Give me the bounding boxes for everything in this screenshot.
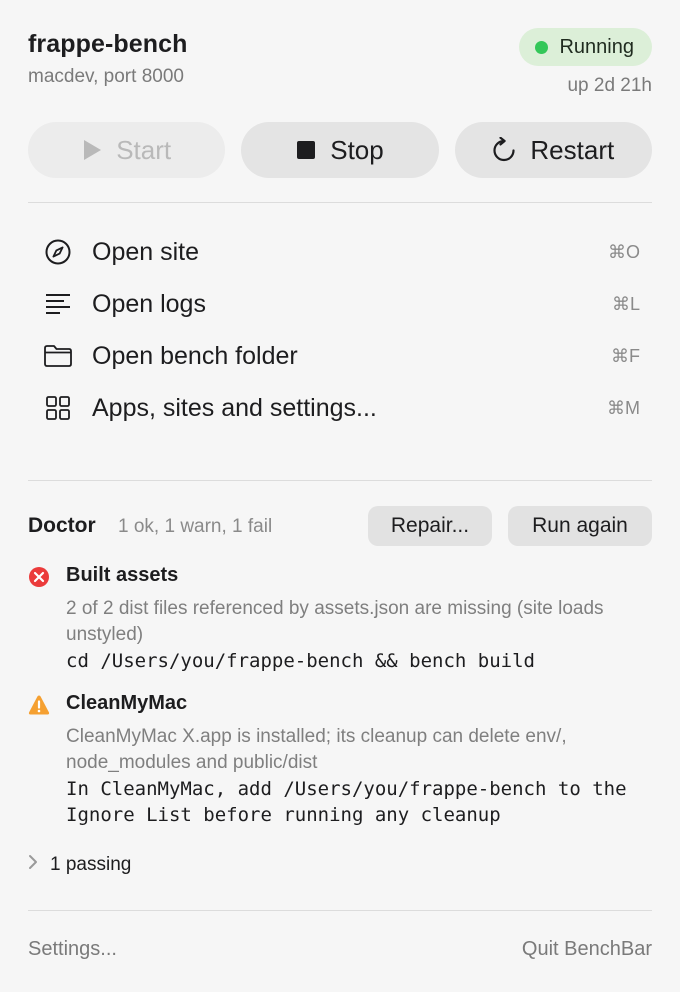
restart-button[interactable]: Restart bbox=[454, 122, 652, 178]
bench-subtitle: macdev, port 8000 bbox=[28, 66, 184, 87]
menu-item-label: Open bench folder bbox=[92, 341, 298, 370]
warning-icon bbox=[28, 694, 50, 716]
divider-bottom bbox=[28, 910, 652, 911]
divider-top bbox=[28, 202, 652, 203]
start-label: Start bbox=[116, 134, 172, 165]
quit-link[interactable]: Quit BenchBar bbox=[522, 938, 652, 961]
menu-item-open-site[interactable]: Open site ⌘O bbox=[28, 226, 652, 278]
check-title: CleanMyMac bbox=[66, 692, 188, 714]
error-icon bbox=[28, 566, 50, 588]
divider-middle bbox=[28, 480, 652, 481]
menu-item-label: Open logs bbox=[92, 289, 206, 318]
restart-icon bbox=[492, 137, 516, 163]
stop-label: Stop bbox=[330, 134, 384, 165]
chevron-right-icon bbox=[28, 854, 38, 876]
grid-icon bbox=[42, 394, 74, 422]
check-title: Built assets bbox=[66, 564, 179, 586]
header: frappe-bench macdev, port 8000 Running u… bbox=[28, 0, 652, 104]
start-button[interactable]: Start bbox=[28, 122, 226, 178]
action-menu: Open site ⌘O Open logs ⌘L Open bench fol… bbox=[28, 226, 652, 434]
doctor-title: Doctor bbox=[28, 514, 96, 537]
control-buttons: Start Stop Restart bbox=[28, 122, 652, 178]
status-label: Running bbox=[559, 35, 634, 58]
status-dot-icon bbox=[535, 40, 549, 54]
uptime-label: up 2d 21h bbox=[567, 75, 652, 96]
benchbar-panel: frappe-bench macdev, port 8000 Running u… bbox=[0, 0, 680, 992]
passing-disclosure[interactable]: 1 passing bbox=[28, 852, 131, 878]
stop-icon bbox=[296, 140, 316, 160]
menu-item-open-bench-folder[interactable]: Open bench folder ⌘F bbox=[28, 330, 652, 382]
check-command: cd /Users/you/frappe-bench && bench buil… bbox=[66, 650, 535, 672]
play-icon bbox=[82, 139, 102, 161]
menu-item-label: Open site bbox=[92, 237, 200, 266]
menu-item-shortcut: ⌘M bbox=[607, 397, 640, 418]
doctor-summary: 1 ok, 1 warn, 1 fail bbox=[118, 516, 273, 537]
menu-item-shortcut: ⌘F bbox=[611, 345, 640, 366]
run-again-button[interactable]: Run again bbox=[508, 506, 652, 546]
bench-title: frappe-bench bbox=[28, 30, 188, 58]
lines-icon bbox=[42, 290, 74, 318]
menu-item-shortcut: ⌘O bbox=[607, 241, 640, 262]
folder-icon bbox=[42, 342, 74, 370]
menu-item-shortcut: ⌘L bbox=[611, 293, 640, 314]
compass-icon bbox=[42, 238, 74, 266]
check-description: CleanMyMac X.app is installed; its clean… bbox=[66, 726, 567, 773]
repair-button[interactable]: Repair... bbox=[368, 506, 492, 546]
passing-label: 1 passing bbox=[50, 854, 132, 875]
stop-button[interactable]: Stop bbox=[241, 122, 439, 178]
check-description: 2 of 2 dist files referenced by assets.j… bbox=[66, 598, 604, 645]
status-badge: Running bbox=[519, 28, 652, 66]
menu-item-label: Apps, sites and settings... bbox=[92, 393, 377, 422]
menu-item-open-logs[interactable]: Open logs ⌘L bbox=[28, 278, 652, 330]
doctor-header: Doctor 1 ok, 1 warn, 1 fail Repair... Ru… bbox=[28, 506, 652, 546]
settings-link[interactable]: Settings... bbox=[28, 938, 117, 961]
restart-label: Restart bbox=[530, 134, 615, 165]
check-command: In CleanMyMac, add /Users/you/frappe-ben… bbox=[66, 778, 638, 826]
menu-item-apps-sites-settings[interactable]: Apps, sites and settings... ⌘M bbox=[28, 382, 652, 434]
